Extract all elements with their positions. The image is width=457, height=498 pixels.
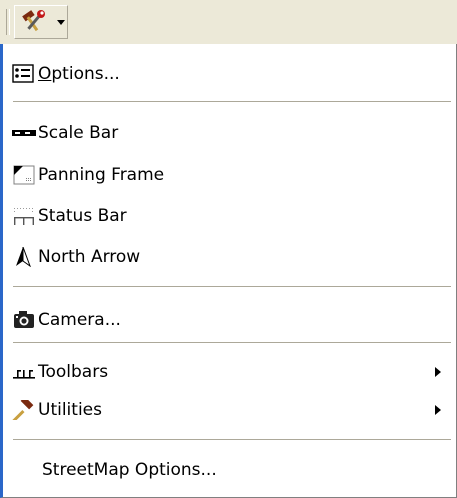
submenu-arrow-icon (435, 405, 441, 415)
menu-item-status-bar[interactable]: Status Bar (6, 199, 454, 233)
menu-item-streetmap-options[interactable]: StreetMap Options... (6, 453, 454, 487)
menu-item-utilities-label: Utilities (38, 400, 102, 420)
tools-dropdown-button[interactable] (14, 5, 68, 39)
menu-separator (13, 439, 451, 440)
menu-item-utilities[interactable]: Utilities (6, 393, 454, 427)
menu-item-toolbars-label: Toolbars (38, 362, 109, 382)
menu-item-camera-label: Camera... (38, 310, 121, 330)
menu-separator (13, 286, 451, 287)
toolbar (0, 0, 457, 44)
menu-item-panning-frame-label: Panning Frame (38, 165, 165, 185)
toolbar-grip[interactable] (6, 9, 10, 35)
menu-separator (13, 101, 451, 102)
menu-item-north-arrow[interactable]: North Arrow (6, 240, 454, 274)
dropdown-arrow-icon (57, 20, 65, 25)
options-icon (12, 64, 34, 83)
tools-menu: Options... Scale Bar Panning Frame Statu… (0, 44, 457, 498)
menu-item-toolbars[interactable]: Toolbars (6, 355, 454, 389)
hammer-icon (12, 400, 34, 420)
menu-item-status-bar-label: Status Bar (38, 206, 127, 226)
menu-item-north-arrow-label: North Arrow (38, 247, 141, 267)
menu-item-options-label: Options... (38, 64, 120, 84)
toolbars-icon (13, 370, 35, 379)
hammer-wrench-icon (22, 10, 45, 32)
status-bar-icon (14, 208, 34, 225)
menu-item-panning-frame[interactable]: Panning Frame (6, 158, 454, 192)
menu-item-options[interactable]: Options... (6, 57, 454, 91)
submenu-arrow-icon (435, 367, 441, 377)
menu-item-scale-bar[interactable]: Scale Bar (6, 116, 454, 150)
panning-frame-icon (13, 165, 35, 185)
camera-icon (14, 311, 34, 328)
north-arrow-icon (16, 247, 31, 267)
menu-separator (13, 342, 451, 343)
menu-item-streetmap-options-label: StreetMap Options... (42, 460, 217, 480)
scale-bar-icon (12, 130, 36, 136)
menu-item-scale-bar-label: Scale Bar (38, 123, 119, 143)
menu-item-camera[interactable]: Camera... (6, 303, 454, 337)
